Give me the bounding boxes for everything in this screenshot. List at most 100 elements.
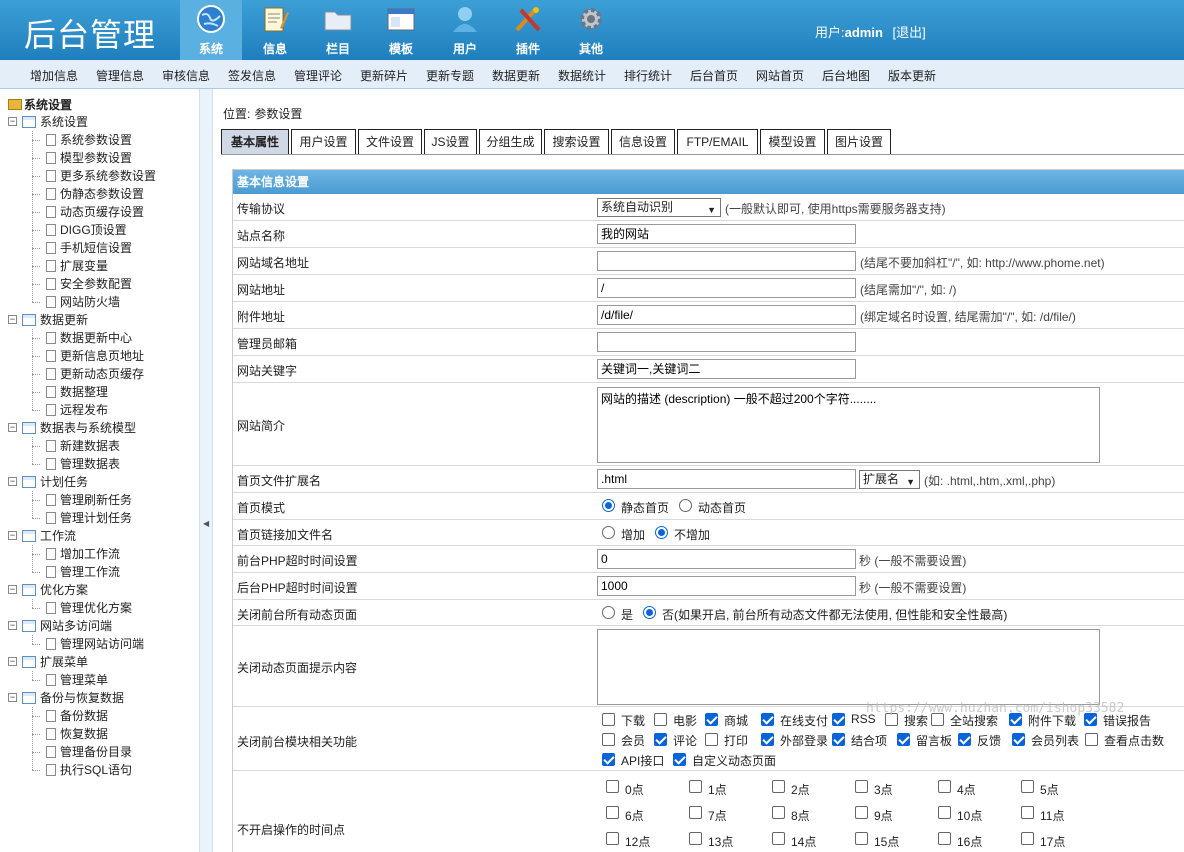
hour-checkbox[interactable] — [855, 832, 868, 845]
sidebar-item[interactable]: 管理计划任务 — [32, 509, 132, 527]
collapse-toggle-icon[interactable]: − — [8, 117, 17, 126]
closemod-checkbox[interactable] — [958, 733, 971, 746]
sidebar-item[interactable]: DIGG顶设置 — [32, 221, 127, 239]
closemod-checkbox[interactable] — [705, 733, 718, 746]
keywords-input[interactable]: 关键词一,关键词二 — [597, 359, 856, 379]
sidebar-item[interactable]: 管理备份目录 — [32, 743, 132, 761]
tab-basic[interactable]: 基本属性 — [221, 129, 289, 155]
sidebar-item[interactable]: 远程发布 — [32, 401, 108, 419]
sidebar-splitter[interactable]: ◀ — [199, 89, 213, 852]
collapse-toggle-icon[interactable]: − — [8, 657, 17, 666]
closemod-checkbox[interactable] — [897, 733, 910, 746]
mode-static-radio[interactable] — [602, 499, 615, 512]
submenu-manage-info[interactable]: 管理信息 — [96, 67, 144, 84]
siteurl-input[interactable]: / — [597, 278, 856, 298]
tab-js[interactable]: JS设置 — [424, 129, 477, 155]
hour-checkbox[interactable] — [606, 780, 619, 793]
closemod-checkbox[interactable] — [673, 753, 686, 766]
submenu-rank-stats[interactable]: 排行统计 — [624, 67, 672, 84]
fileurl-input[interactable]: /d/file/ — [597, 305, 856, 325]
linkfile-add-radio[interactable] — [602, 526, 615, 539]
sidebar-item[interactable]: 更新信息页地址 — [32, 347, 144, 365]
logout-link[interactable]: [退出] — [893, 25, 926, 40]
closemod-checkbox[interactable] — [761, 733, 774, 746]
submenu-review-info[interactable]: 审核信息 — [162, 67, 210, 84]
ext-input[interactable]: .html — [597, 469, 856, 489]
hour-checkbox[interactable] — [855, 780, 868, 793]
collapse-toggle-icon[interactable]: − — [8, 585, 17, 594]
hour-checkbox[interactable] — [689, 780, 702, 793]
tab-model[interactable]: 模型设置 — [760, 129, 825, 155]
nav-column[interactable]: 栏目 — [307, 0, 369, 60]
sidebar-item[interactable]: 增加工作流 — [32, 545, 120, 563]
hour-checkbox[interactable] — [772, 780, 785, 793]
nav-other[interactable]: 其他 — [560, 0, 622, 60]
mode-dynamic-radio[interactable] — [679, 499, 692, 512]
nav-template[interactable]: 模板 — [370, 0, 432, 60]
intro-textarea[interactable]: 网站的描述 (description) 一般不超过200个字符........ — [597, 387, 1100, 463]
submenu-admin-map[interactable]: 后台地图 — [822, 67, 870, 84]
sidebar-item[interactable]: 管理数据表 — [32, 455, 120, 473]
sidebar-item[interactable]: 系统参数设置 — [32, 131, 132, 149]
hour-checkbox[interactable] — [772, 806, 785, 819]
tab-ftp-email[interactable]: FTP/EMAIL — [677, 129, 758, 155]
sidebar-group-5[interactable]: − 优化方案 — [8, 581, 88, 599]
sidebar-item[interactable]: 扩展变量 — [32, 257, 108, 275]
sidebar-item[interactable]: 新建数据表 — [32, 437, 120, 455]
tab-image[interactable]: 图片设置 — [827, 129, 891, 155]
sidebar-item[interactable]: 模型参数设置 — [32, 149, 132, 167]
sidebar-item[interactable]: 伪静态参数设置 — [32, 185, 144, 203]
closemod-checkbox[interactable] — [1012, 733, 1025, 746]
closedyn-yes-radio[interactable] — [602, 606, 615, 619]
hour-checkbox[interactable] — [938, 806, 951, 819]
sidebar-item[interactable]: 手机短信设置 — [32, 239, 132, 257]
sidebar-item[interactable]: 更新动态页缓存 — [32, 365, 144, 383]
submenu-site-home[interactable]: 网站首页 — [756, 67, 804, 84]
hour-checkbox[interactable] — [1021, 780, 1034, 793]
collapse-toggle-icon[interactable]: − — [8, 621, 17, 630]
submenu-sign-info[interactable]: 签发信息 — [228, 67, 276, 84]
linkfile-noadd-radio[interactable] — [655, 526, 668, 539]
nav-system[interactable]: 系统 — [180, 0, 242, 60]
hour-checkbox[interactable] — [606, 832, 619, 845]
submenu-update-fragments[interactable]: 更新碎片 — [360, 67, 408, 84]
protocol-select[interactable]: 系统自动识别 ▼ — [597, 198, 721, 217]
closemod-checkbox[interactable] — [602, 733, 615, 746]
submenu-version-update[interactable]: 版本更新 — [888, 67, 936, 84]
domain-input[interactable] — [597, 251, 856, 271]
submenu-data-stats[interactable]: 数据统计 — [558, 67, 606, 84]
closemod-checkbox[interactable] — [705, 713, 718, 726]
nav-user[interactable]: 用户 — [434, 0, 496, 60]
hour-checkbox[interactable] — [689, 832, 702, 845]
sidebar-item[interactable]: 网站防火墙 — [32, 293, 120, 311]
sidebar-group-4[interactable]: − 工作流 — [8, 527, 76, 545]
hour-checkbox[interactable] — [1021, 806, 1034, 819]
sidebar-item[interactable]: 安全参数配置 — [32, 275, 132, 293]
sidebar-group-1[interactable]: − 数据更新 — [8, 311, 88, 329]
hour-checkbox[interactable] — [772, 832, 785, 845]
hour-checkbox[interactable] — [855, 806, 868, 819]
submenu-update-topics[interactable]: 更新专题 — [426, 67, 474, 84]
sidebar-item[interactable]: 数据整理 — [32, 383, 108, 401]
ext-select[interactable]: 扩展名 ▼ — [859, 470, 920, 489]
sidebar-group-8[interactable]: − 备份与恢复数据 — [8, 689, 124, 707]
closemod-checkbox[interactable] — [602, 713, 615, 726]
hour-checkbox[interactable] — [1021, 832, 1034, 845]
tab-user[interactable]: 用户设置 — [291, 129, 356, 155]
sidebar-group-6[interactable]: − 网站多访问端 — [8, 617, 112, 635]
submenu-data-update[interactable]: 数据更新 — [492, 67, 540, 84]
collapse-toggle-icon[interactable]: − — [8, 423, 17, 432]
collapse-toggle-icon[interactable]: − — [8, 315, 17, 324]
hour-checkbox[interactable] — [938, 780, 951, 793]
sidebar-item[interactable]: 管理菜单 — [32, 671, 108, 689]
sidebar-item[interactable]: 恢复数据 — [32, 725, 108, 743]
phptime-back-input[interactable]: 1000 — [597, 576, 856, 596]
tab-file[interactable]: 文件设置 — [358, 129, 422, 155]
phptime-front-input[interactable]: 0 — [597, 549, 856, 569]
tree-root[interactable]: 系统设置 — [8, 96, 72, 114]
sidebar-item[interactable]: 管理网站访问端 — [32, 635, 144, 653]
sidebar-group-0[interactable]: − 系统设置 — [8, 113, 88, 131]
nav-plugin[interactable]: 插件 — [497, 0, 559, 60]
tab-info[interactable]: 信息设置 — [611, 129, 675, 155]
email-input[interactable] — [597, 332, 856, 352]
